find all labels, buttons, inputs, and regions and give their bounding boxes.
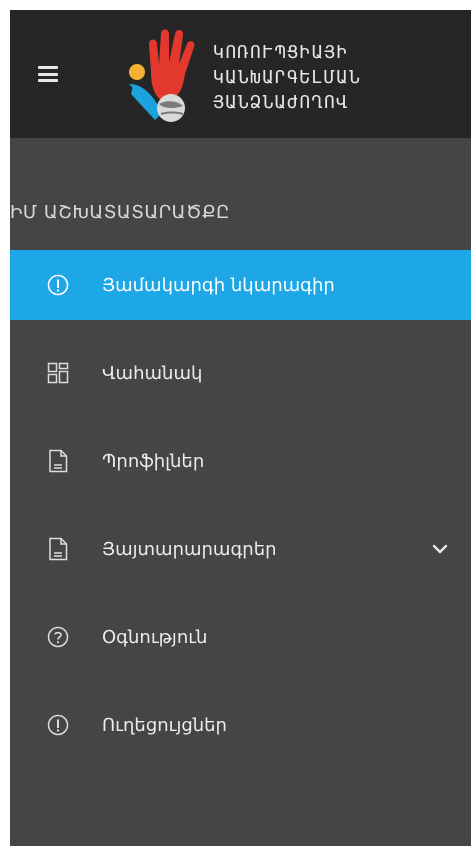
info-circle-icon — [46, 713, 70, 737]
question-circle-icon — [46, 625, 70, 649]
sidebar-item-label: Պրոֆիլներ — [102, 450, 205, 472]
logo-line-2: ԿԱՆԽԱՐԳԵԼՄԱՆ — [213, 67, 362, 88]
logo-line-1: ԿՈՌՈՒՊՑԻԱՅԻ — [213, 42, 349, 63]
chevron-down-icon[interactable] — [431, 540, 449, 558]
sidebar-item-dashboard[interactable]: Վահանակ — [10, 338, 471, 408]
logo-text: ԿՈՌՈՒՊՑԻԱՅԻ ԿԱՆԽԱՐԳԵԼՄԱՆ ՅԱՆՁՆԱԺՈՂՈՎ — [213, 40, 361, 115]
sidebar-item-declarations[interactable]: Յայտարարագրեր — [10, 514, 471, 584]
info-circle-icon — [46, 273, 70, 297]
section-title: ԻՄ ԱՇԽԱՏԱՏԱՐԱԾՔԸ — [10, 202, 230, 223]
sidebar-menu: Յամակարգի նկարագիր Վահանակ Պրոֆիլներ Յայ… — [10, 250, 471, 760]
sidebar-item-guides[interactable]: Ուղեցույցներ — [10, 690, 471, 760]
hamburger-menu-icon[interactable] — [38, 66, 58, 82]
app-header: ԿՈՌՈՒՊՑԻԱՅԻ ԿԱՆԽԱՐԳԵԼՄԱՆ ՅԱՆՁՆԱԺՈՂՈՎ — [10, 10, 471, 138]
sidebar-item-help[interactable]: Օգնություն — [10, 602, 471, 672]
document-icon — [46, 537, 70, 561]
logo-hand-icon[interactable] — [125, 28, 207, 126]
sidebar-item-label: Ուղեցույցներ — [102, 714, 227, 736]
document-icon — [46, 449, 70, 473]
sidebar: ԿՈՌՈՒՊՑԻԱՅԻ ԿԱՆԽԱՐԳԵԼՄԱՆ ՅԱՆՁՆԱԺՈՂՈՎ ԻՄ … — [10, 10, 471, 846]
sidebar-item-label: Վահանակ — [102, 362, 203, 384]
sidebar-item-label: Յայտարարագրեր — [102, 538, 277, 560]
dashboard-icon — [46, 361, 70, 385]
logo-line-3: ՅԱՆՁՆԱԺՈՂՈՎ — [213, 92, 349, 113]
sidebar-item-label: Օգնություն — [102, 626, 208, 648]
sidebar-item-label: Յամակարգի նկարագիր — [102, 274, 335, 296]
sidebar-item-system-description[interactable]: Յամակարգի նկարագիր — [10, 250, 471, 320]
sidebar-item-profiles[interactable]: Պրոֆիլներ — [10, 426, 471, 496]
